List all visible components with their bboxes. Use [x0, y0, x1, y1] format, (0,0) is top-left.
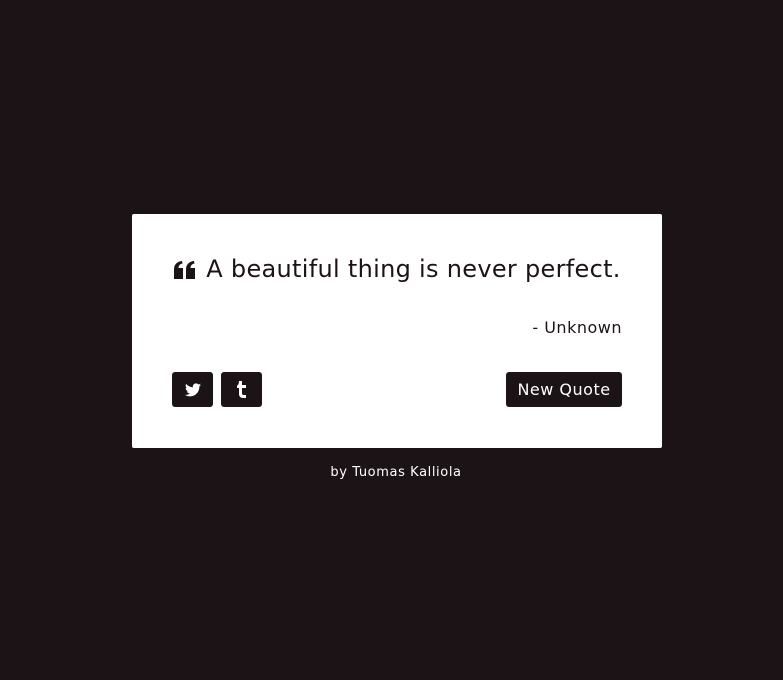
twitter-icon [184, 382, 201, 397]
tweet-quote-button[interactable] [172, 372, 213, 407]
tumblr-share-button[interactable] [221, 372, 262, 407]
footer-prefix: by [330, 465, 348, 480]
quote-text: A beautiful thing is never perfect. [206, 255, 621, 283]
quote-box: A beautiful thing is never perfect. - Un… [132, 214, 662, 448]
footer-credit: by Tuomas Kalliola [0, 465, 783, 480]
quote-author: - Unknown [532, 318, 622, 337]
author-link[interactable]: Tuomas Kalliola [352, 465, 461, 480]
quote-left-icon [173, 259, 197, 283]
tumblr-icon [236, 381, 247, 398]
quote-text-row: A beautiful thing is never perfect. [172, 254, 622, 284]
new-quote-button[interactable]: New Quote [506, 372, 622, 407]
